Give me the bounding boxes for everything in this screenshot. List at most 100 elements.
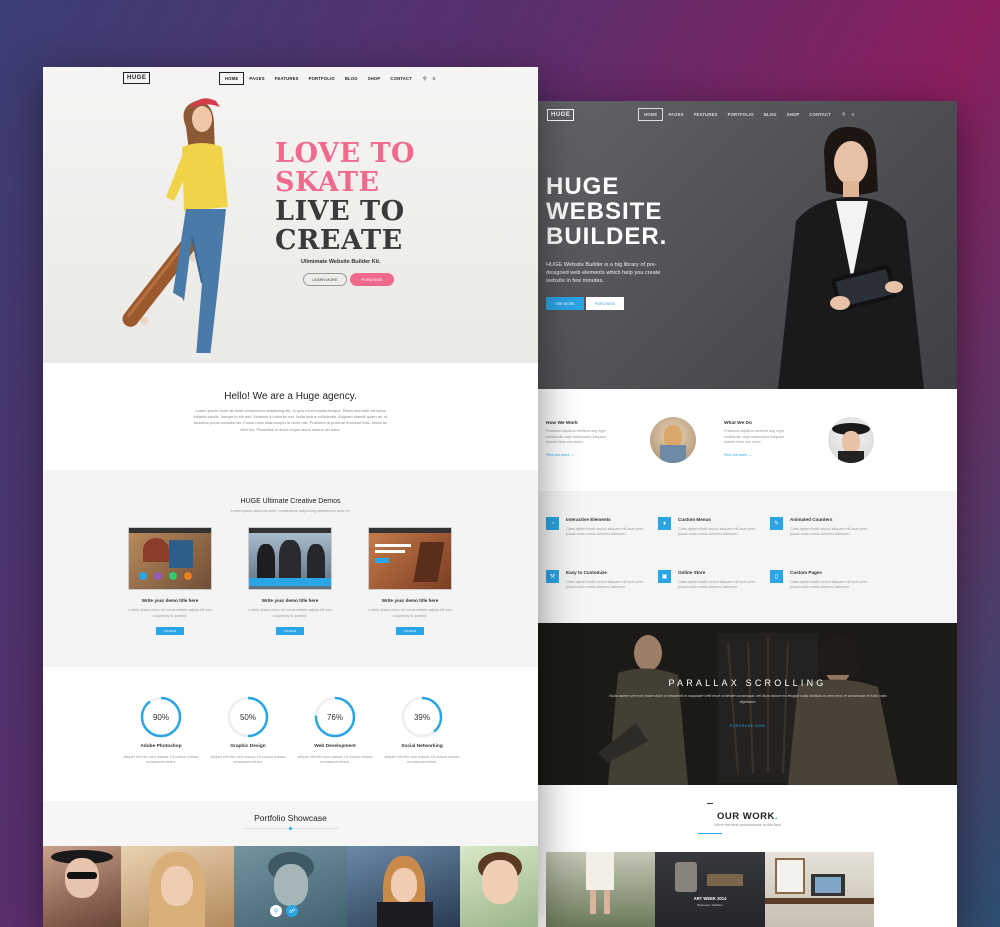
link-icon[interactable]: ☍ bbox=[286, 905, 298, 917]
skill-counter: 39% Social Networking aliquet elit elim … bbox=[380, 695, 464, 766]
launch-button[interactable]: LAUNCH bbox=[276, 627, 304, 635]
portfolio-item[interactable] bbox=[460, 846, 538, 927]
skill-counter: 76% Web Development aliquet elit elim se… bbox=[293, 695, 377, 766]
hero-line-2: WEBSITE bbox=[546, 198, 663, 225]
nav-item-contact[interactable]: CONTACT bbox=[385, 73, 417, 84]
parallax-title: PARALLAX SCROLLING bbox=[668, 678, 827, 688]
info-block: What We Do Praesent dapibus eleifend aug… bbox=[724, 421, 796, 457]
skill-label: Web Development bbox=[314, 744, 356, 749]
portfolio-item[interactable] bbox=[347, 846, 460, 927]
demo-card: Write your demo title here Lorem ipsum d… bbox=[128, 527, 212, 637]
our-work-title: OUR WORK. bbox=[538, 811, 957, 822]
hero-section: HUGE HOME PAGES FEATURES PORTFOLIO BLOG … bbox=[538, 101, 957, 389]
demo-title: Write your demo title here bbox=[381, 598, 439, 603]
feature-text: Class aptent taciti sociod aliquam elit … bbox=[790, 527, 868, 537]
hero-description: HUGE Website Builder is a big library of… bbox=[546, 262, 661, 284]
portfolio-item[interactable] bbox=[43, 846, 121, 927]
pie-chart-icon: ◔ bbox=[546, 517, 559, 530]
about-text: Lorem ipsum dolor sit amet consectetur a… bbox=[193, 408, 388, 432]
work-caption-sub: Business / Fashion bbox=[697, 903, 723, 907]
nav-item-blog[interactable]: BLOG bbox=[340, 73, 363, 84]
feature-title: Custom Menus bbox=[678, 517, 711, 522]
about-section: Hello! We are a Huge agency. Lorem ipsum… bbox=[43, 363, 538, 470]
nav-item-shop[interactable]: SHOP bbox=[363, 73, 386, 84]
nav-item-pages[interactable]: PAGES bbox=[244, 73, 269, 84]
menu-icon[interactable]: ≡ bbox=[852, 112, 855, 118]
logo[interactable]: HUGE bbox=[547, 109, 575, 121]
skater-girl-photo bbox=[122, 98, 228, 359]
demo-screenshot[interactable] bbox=[368, 527, 452, 590]
nav-item-pages[interactable]: PAGES bbox=[663, 109, 688, 120]
search-icon[interactable]: ⚲ bbox=[423, 76, 427, 82]
hero-line-3: BUILDER. bbox=[546, 223, 668, 250]
work-caption: ART WEEK 2014 bbox=[693, 896, 727, 901]
menu-icon[interactable]: ≡ bbox=[433, 76, 436, 82]
nav-item-contact[interactable]: CONTACT bbox=[804, 109, 836, 120]
demo-screenshot[interactable] bbox=[128, 527, 212, 590]
nav-item-home[interactable]: HOME bbox=[219, 72, 245, 85]
logo[interactable]: HUGE bbox=[123, 72, 151, 84]
launch-button[interactable]: LAUNCH bbox=[156, 627, 184, 635]
nav-item-features[interactable]: FEATURES bbox=[689, 109, 723, 120]
skill-label: Social Networking bbox=[401, 744, 443, 749]
nav-item-features[interactable]: FEATURES bbox=[270, 73, 304, 84]
skill-percent: 39% bbox=[414, 713, 430, 722]
portfolio-item[interactable] bbox=[121, 846, 234, 927]
hero-line-3: LIVE TO bbox=[275, 196, 405, 227]
learn-more-button[interactable]: LEARN MORE bbox=[303, 273, 347, 286]
nav-item-shop[interactable]: SHOP bbox=[782, 109, 805, 120]
work-item[interactable] bbox=[765, 852, 874, 927]
template-preview-skate: HUGE HOME PAGES FEATURES PORTFOLIO BLOG … bbox=[43, 67, 538, 927]
skill-counter: 90% Adobe Photoshop aliquet elit elim se… bbox=[119, 695, 203, 766]
nav-item-portfolio[interactable]: PORTFOLIO bbox=[304, 73, 340, 84]
purchase-now-button[interactable]: PURCHASE NOW bbox=[538, 724, 957, 728]
launch-button[interactable]: LAUNCH bbox=[396, 627, 424, 635]
purchase-button[interactable]: PURCHASE bbox=[350, 273, 394, 286]
demos-section: HUGE Ultimate Creative Demos Lorem ipsum… bbox=[43, 470, 538, 667]
purchase-button[interactable]: PURCHASE bbox=[586, 297, 624, 310]
demo-text: Lorem ipsum dolor sit consectetuer adipi… bbox=[248, 608, 332, 618]
arrow-right-icon: → bbox=[748, 452, 753, 457]
hero-line-1: LOVE TO bbox=[275, 138, 416, 169]
portfolio-item[interactable]: ⚲ ☍ bbox=[234, 846, 347, 927]
nav-item-blog[interactable]: BLOG bbox=[759, 109, 782, 120]
demo-screenshot[interactable] bbox=[248, 527, 332, 590]
template-preview-builder: HUGE HOME PAGES FEATURES PORTFOLIO BLOG … bbox=[538, 101, 957, 927]
work-item[interactable]: ART WEEK 2014 Business / Fashion bbox=[655, 852, 765, 927]
skill-text: aliquet elit elim sed massa. Ut cursus m… bbox=[210, 755, 286, 765]
info-text: Praesent dapibus eleifend aug eget solli… bbox=[546, 429, 606, 444]
skill-percent: 90% bbox=[153, 713, 169, 722]
our-work-subtitle: We're the best professionals in this fie… bbox=[714, 823, 781, 827]
nav-item-home[interactable]: HOME bbox=[638, 108, 664, 121]
businesswoman-photo bbox=[778, 126, 924, 389]
feature-text: Class aptent taciti sociod aliquam elit … bbox=[566, 527, 644, 537]
work-item[interactable] bbox=[546, 852, 655, 927]
nav-item-portfolio[interactable]: PORTFOLIO bbox=[723, 109, 759, 120]
feature-title: Online Store bbox=[678, 570, 706, 575]
our-work-title-text: OUR WORK bbox=[717, 811, 775, 822]
info-title: How We Work bbox=[546, 421, 578, 426]
find-out-more-link[interactable]: Find out more → bbox=[724, 453, 796, 457]
cart-icon: ▣ bbox=[658, 570, 671, 583]
find-out-more-label: Find out more bbox=[546, 452, 570, 457]
divider bbox=[707, 803, 713, 804]
features-section: ◔ Interactive Elements Class aptent taci… bbox=[538, 491, 957, 623]
see-work-button[interactable]: SEE WORK bbox=[546, 297, 584, 310]
skill-label: Graphic Design bbox=[230, 744, 266, 749]
search-icon[interactable]: ⚲ bbox=[842, 112, 846, 118]
skill-text: aliquet elit elim sed massa. Ut cursus m… bbox=[123, 755, 199, 765]
hero-line-1: HUGE bbox=[546, 173, 620, 200]
progress-ring: 76% bbox=[314, 696, 356, 738]
parallax-section: PARALLAX SCROLLING Nulla autem vel eum i… bbox=[538, 623, 957, 785]
feature-text: Class aptent taciti sociod aliquam elit … bbox=[790, 580, 868, 590]
title-dot: . bbox=[774, 811, 778, 822]
search-icon[interactable]: ⚲ bbox=[270, 905, 282, 917]
hero-section: HUGE HOME PAGES FEATURES PORTFOLIO BLOG … bbox=[43, 67, 538, 363]
info-title: What We Do bbox=[724, 421, 752, 426]
find-out-more-label: Find out more bbox=[724, 452, 748, 457]
find-out-more-link[interactable]: Find out more → bbox=[546, 453, 618, 457]
hero-headline: HUGE WEBSITE BUILDER. bbox=[546, 174, 667, 249]
hero-line-2: SKATE bbox=[275, 167, 380, 198]
tag-icon: ♦ bbox=[658, 517, 671, 530]
feature-text: Class aptent taciti sociod aliquam elit … bbox=[678, 527, 756, 537]
